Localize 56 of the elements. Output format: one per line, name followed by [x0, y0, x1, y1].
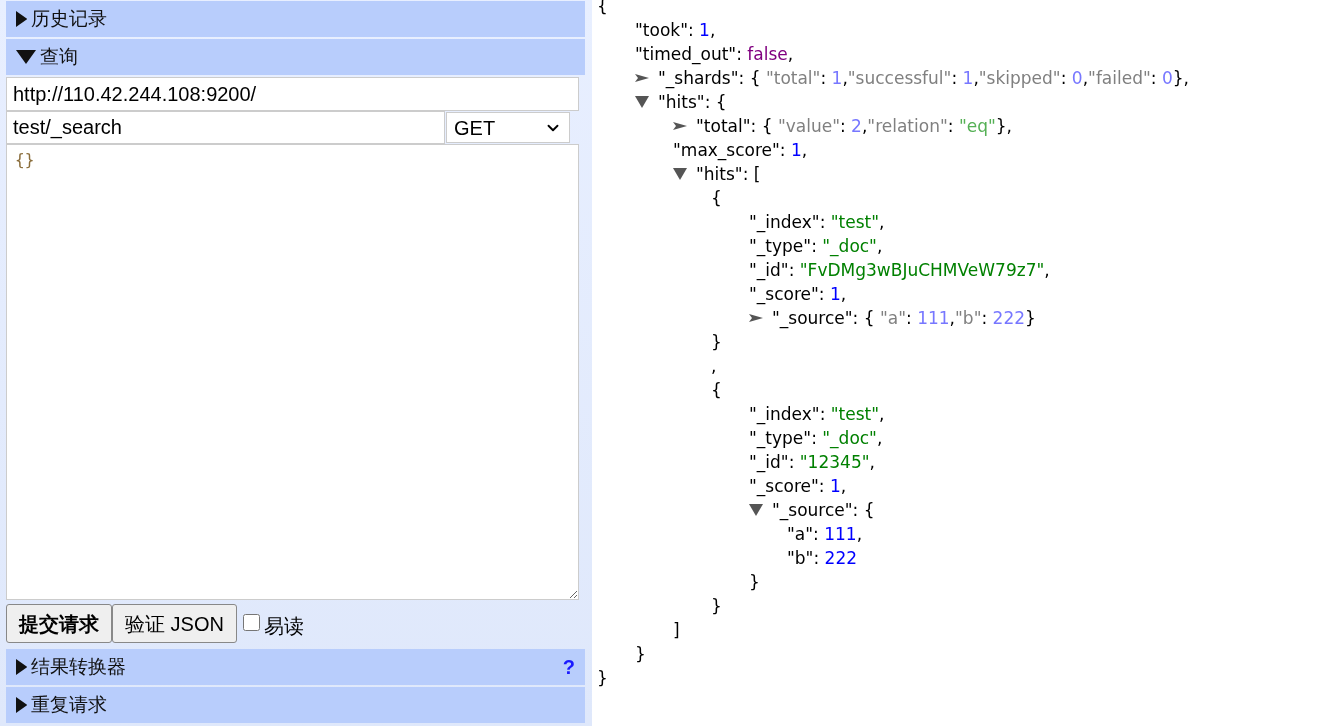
json-line: "_type": "_doc",	[749, 427, 883, 450]
json-line: }	[635, 643, 646, 666]
caret-right-icon[interactable]	[749, 314, 763, 322]
json-line: {	[711, 187, 722, 210]
json-line: }	[749, 571, 760, 594]
json-line: {	[597, 0, 608, 18]
url-field[interactable]: http://110.42.244.108:9200/	[6, 77, 579, 111]
caret-right-icon[interactable]	[635, 74, 649, 82]
readable-label: 易读	[263, 613, 304, 639]
json-line: }	[711, 331, 722, 354]
caret-right-icon[interactable]	[16, 659, 28, 675]
json-line: ]	[673, 619, 680, 642]
json-line: "b": 222	[787, 547, 858, 570]
caret-down-icon[interactable]	[16, 50, 36, 64]
json-line: }	[711, 595, 722, 618]
submit-button[interactable]: 提交请求	[6, 604, 112, 643]
section-header[interactable]: 查询	[6, 39, 585, 75]
json-line: "a": 111,	[787, 523, 863, 546]
caret-down-icon[interactable]	[749, 504, 763, 516]
json-line: {	[711, 379, 722, 402]
caret-down-icon[interactable]	[673, 168, 687, 180]
section-title: 结果转换器	[31, 654, 127, 679]
caret-down-icon[interactable]	[635, 96, 649, 108]
section-title: 查询	[40, 44, 78, 69]
json-line: "_type": "_doc",	[749, 235, 883, 258]
caret-right-icon[interactable]	[16, 11, 28, 27]
json-line: }	[597, 667, 608, 690]
json-line: "_source": {	[772, 499, 875, 522]
json-line: "_score": 1,	[749, 283, 847, 306]
json-line: "_score": 1,	[749, 475, 847, 498]
json-line: ,	[711, 355, 717, 378]
section-header[interactable]: 历史记录	[6, 1, 585, 37]
json-line: "_shards": { "total": 1,"successful": 1,"skipped": 0,"failed": 0},	[658, 67, 1189, 90]
json-line: "hits": {	[658, 91, 727, 114]
request-body-field[interactable]: {}	[6, 144, 579, 600]
path-field[interactable]: test/_search	[6, 111, 445, 144]
json-line: "_id": "FvDMg3wBJuCHMVeW79z7",	[749, 259, 1050, 282]
section-title: 重复请求	[31, 692, 108, 717]
json-line: "_index": "test",	[749, 211, 885, 234]
section-title: 历史记录	[31, 6, 108, 31]
json-line: "hits": [	[696, 163, 761, 186]
json-line: "took": 1,	[635, 19, 716, 42]
json-line: "max_score": 1,	[673, 139, 808, 162]
validate-button[interactable]: 验证 JSON	[112, 604, 237, 643]
json-line: "_source": { "a": 111,"b": 222}	[772, 307, 1036, 330]
caret-right-icon[interactable]	[16, 697, 28, 713]
json-line: "total": { "value": 2,"relation": "eq"},	[696, 115, 1012, 138]
help-link[interactable]: ?	[562, 652, 575, 682]
method-select[interactable]: GET	[446, 112, 570, 143]
json-line: "_id": "12345",	[749, 451, 875, 474]
json-line: "timed_out": false,	[635, 43, 794, 66]
section-header[interactable]: 重复请求	[6, 687, 585, 723]
section-header[interactable]: 结果转换器 ?	[6, 649, 585, 685]
caret-right-icon[interactable]	[673, 122, 687, 130]
json-line: "_index": "test",	[749, 403, 885, 426]
readable-checkbox[interactable]	[242, 614, 260, 631]
